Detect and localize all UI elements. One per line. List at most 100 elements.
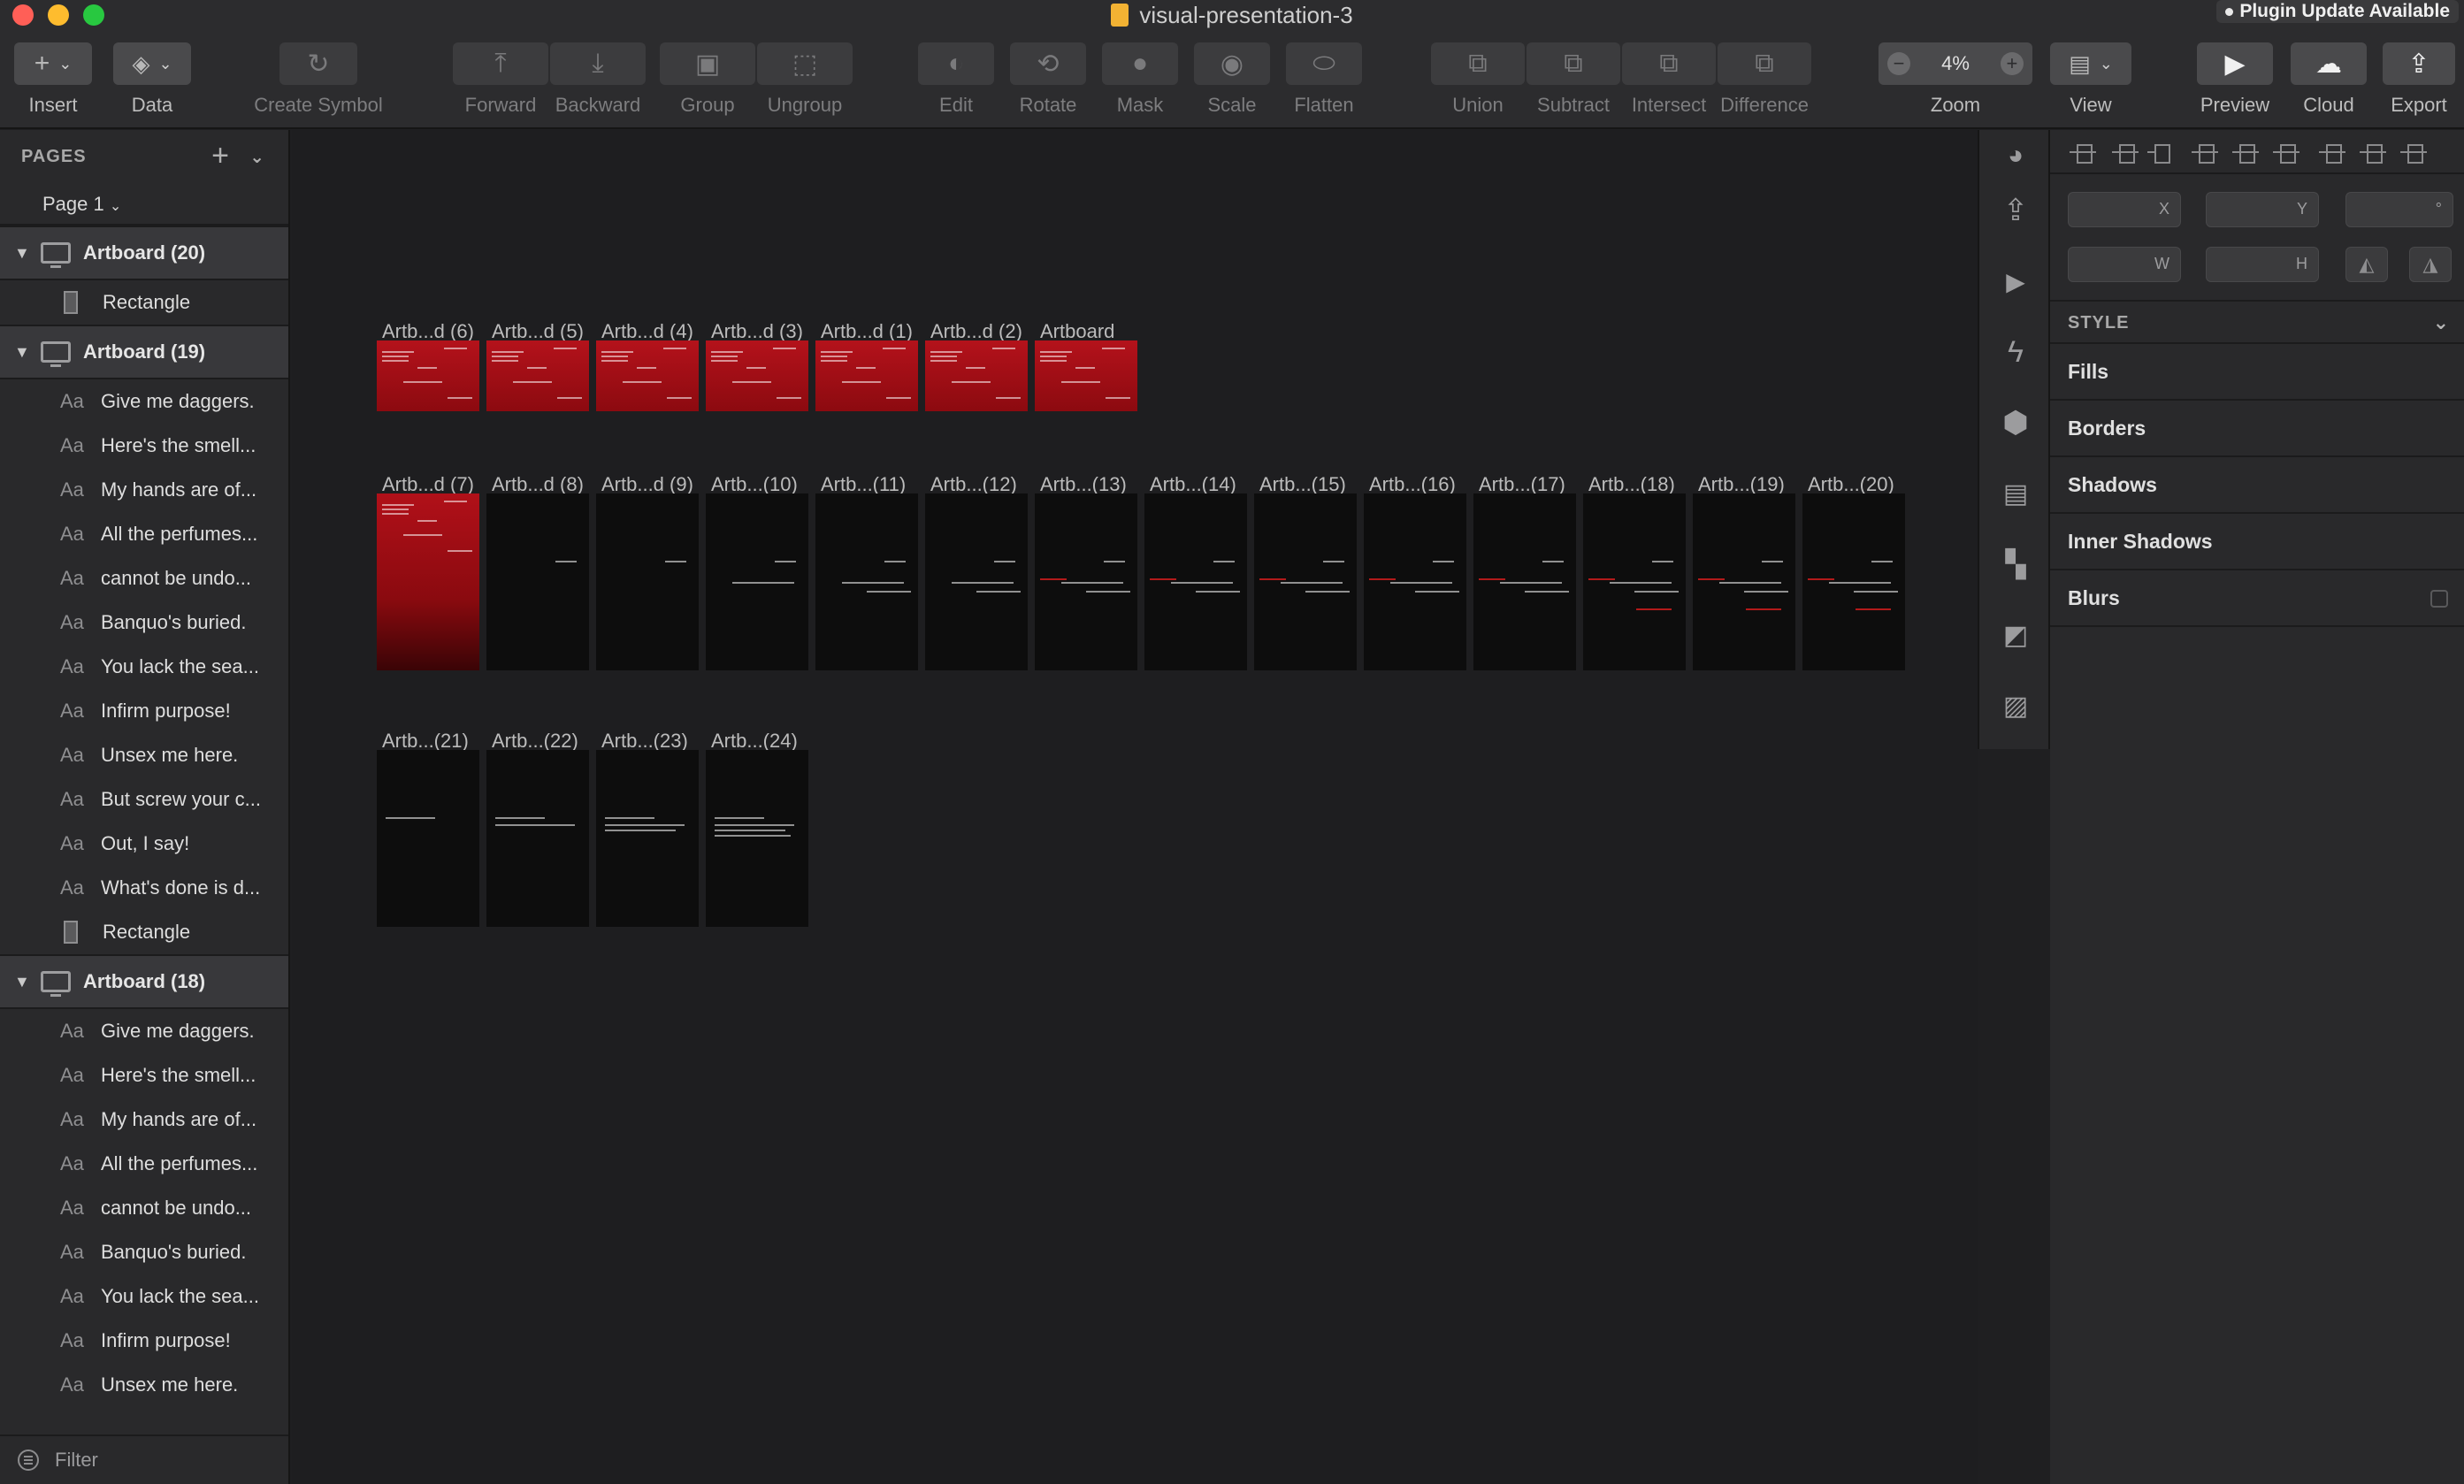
plugin-update-badge[interactable]: Plugin Update Available <box>2216 0 2459 23</box>
filter-bar[interactable]: Filter <box>0 1434 288 1484</box>
intersect-tool[interactable]: ⧉ Intersect <box>1622 42 1716 116</box>
layer-item[interactable]: Aa Infirm purpose! <box>0 689 288 733</box>
layer-item[interactable]: Aa My hands are of... <box>0 468 288 512</box>
artboard-thumbnail[interactable] <box>596 750 699 927</box>
align-horizontal-center-icon[interactable] <box>2232 141 2259 164</box>
data-button[interactable]: ◈ ⌄ <box>113 42 191 85</box>
layer-item[interactable]: Aa Here's the smell... <box>0 1053 288 1098</box>
layer-item[interactable]: Aa Give me daggers. <box>0 379 288 424</box>
artboard-thumbnail[interactable] <box>377 750 479 927</box>
disclosure-triangle-icon[interactable]: ▼ <box>14 343 41 362</box>
export-button[interactable]: ⇪ <box>2383 42 2455 85</box>
text-styles-icon[interactable]: ▤ <box>1997 475 2034 512</box>
artboard-thumbnail[interactable] <box>1583 493 1686 670</box>
flatten-button[interactable]: ⬭ <box>1286 42 1362 85</box>
y-field[interactable]: Y <box>2206 192 2319 227</box>
align-bottom-icon[interactable] <box>2400 141 2427 164</box>
width-field[interactable]: W <box>2068 247 2181 282</box>
fills-section[interactable]: Fills <box>2050 344 2464 401</box>
upload-icon[interactable]: ⇪ <box>1997 192 2034 229</box>
layer-item[interactable]: Aa Here's the smell... <box>0 424 288 468</box>
difference-tool[interactable]: ⧉ Difference <box>1718 42 1811 116</box>
data-tool[interactable]: ◈ ⌄ Data <box>113 42 191 116</box>
layer-item[interactable]: Aa All the perfumes... <box>0 1142 288 1186</box>
artboard-thumbnail[interactable] <box>1144 493 1247 670</box>
union-tool[interactable]: ⧉ Union <box>1431 42 1525 116</box>
insert-tool[interactable]: + ⌄ Insert <box>14 42 92 116</box>
backward-tool[interactable]: ⤓ Backward <box>550 42 646 116</box>
ungroup-tool[interactable]: ⬚ Ungroup <box>757 42 853 116</box>
artboard-thumbnail[interactable] <box>925 340 1028 411</box>
edit-image-icon[interactable]: ◩ <box>1997 616 2034 654</box>
layer-item[interactable]: Aa cannot be undo... <box>0 1186 288 1230</box>
layer-item[interactable]: Aa Give me daggers. <box>0 1009 288 1053</box>
blurs-section[interactable]: Blurs <box>2050 570 2464 627</box>
rotate-button[interactable]: ⟲ <box>1010 42 1086 85</box>
artboard-thumbnail[interactable] <box>1802 493 1905 670</box>
add-page-icon[interactable]: + <box>211 139 230 173</box>
align-center-icon[interactable] <box>2112 141 2139 164</box>
artboard-thumbnail[interactable] <box>925 493 1028 670</box>
color-palette-icon[interactable]: ◕ <box>1997 137 2034 174</box>
layer-item[interactable]: Aa You lack the sea... <box>0 1274 288 1319</box>
intersect-button[interactable]: ⧉ <box>1622 42 1716 85</box>
view-tool[interactable]: ▤ ⌄ View <box>2050 42 2131 116</box>
edit-tool[interactable]: ◐ Edit <box>918 42 994 116</box>
create-symbol-button[interactable]: ↻ <box>279 42 357 85</box>
layer-item[interactable]: Aa You lack the sea... <box>0 645 288 689</box>
symbol-hexagon-icon[interactable]: ⬢ <box>1997 404 2034 441</box>
distribute-horizontal-icon[interactable] <box>2192 141 2218 164</box>
insert-button[interactable]: + ⌄ <box>14 42 92 85</box>
artboard-layer-group[interactable]: ▼ Artboard (20) <box>0 226 288 280</box>
artboard-thumbnail[interactable] <box>1473 493 1576 670</box>
artboard-thumbnail[interactable] <box>706 750 808 927</box>
layer-item[interactable]: Aa Banquo's buried. <box>0 1230 288 1274</box>
flatten-tool[interactable]: ⬭ Flatten <box>1286 42 1362 116</box>
artboard-thumbnail[interactable] <box>1035 493 1137 670</box>
subtract-button[interactable]: ⧉ <box>1527 42 1620 85</box>
artboard-thumbnail[interactable] <box>706 340 808 411</box>
layer-item[interactable]: Aa Infirm purpose! <box>0 1319 288 1363</box>
edit-button[interactable]: ◐ <box>918 42 994 85</box>
prototype-play-icon[interactable]: ▶ <box>1997 263 2034 300</box>
artboard-thumbnail[interactable] <box>1364 493 1466 670</box>
layer-styles-icon[interactable]: ▚ <box>1997 546 2034 583</box>
ungroup-button[interactable]: ⬚ <box>757 42 853 85</box>
create-symbol-tool[interactable]: ↻ Create Symbol <box>254 42 383 116</box>
artboard-thumbnail[interactable] <box>1035 340 1137 411</box>
flip-horizontal-icon[interactable]: ◭ <box>2345 247 2388 282</box>
x-field[interactable]: X <box>2068 192 2181 227</box>
artboard-thumbnail[interactable] <box>596 493 699 670</box>
canvas[interactable]: Artb...d (6) Artb...d (5) Artb...d (4) Artb… <box>292 130 1978 1484</box>
lightning-icon[interactable]: ϟ <box>1997 333 2034 371</box>
zoom-value[interactable]: 4% <box>1941 52 1970 75</box>
mask-button[interactable]: ● <box>1102 42 1178 85</box>
disclosure-triangle-icon[interactable]: ▼ <box>14 244 41 263</box>
borders-section[interactable]: Borders <box>2050 401 2464 457</box>
shadows-section[interactable]: Shadows <box>2050 457 2464 514</box>
artboard-thumbnail[interactable] <box>1693 493 1795 670</box>
add-image-icon[interactable]: ▨ <box>1997 687 2034 724</box>
artboard-layer-group[interactable]: ▼ Artboard (19) <box>0 325 288 379</box>
artboard-thumbnail[interactable] <box>377 340 479 411</box>
disclosure-triangle-icon[interactable]: ▼ <box>14 973 41 991</box>
artboard-thumbnail[interactable] <box>706 493 808 670</box>
page-selector[interactable]: Page 1 ⌄ <box>0 183 288 226</box>
preview-tool[interactable]: ▶ Preview <box>2197 42 2273 116</box>
scale-tool[interactable]: ◉ Scale <box>1194 42 1270 116</box>
layer-item[interactable]: Rectangle <box>0 910 288 954</box>
artboard-thumbnail[interactable] <box>596 340 699 411</box>
preview-button[interactable]: ▶ <box>2197 42 2273 85</box>
artboard-thumbnail[interactable] <box>486 750 589 927</box>
view-button[interactable]: ▤ ⌄ <box>2050 42 2131 85</box>
align-middle-icon[interactable] <box>2360 141 2386 164</box>
inner-shadows-section[interactable]: Inner Shadows <box>2050 514 2464 570</box>
artboard-thumbnail[interactable] <box>815 493 918 670</box>
rotation-field[interactable]: ° <box>2345 192 2453 227</box>
union-button[interactable]: ⧉ <box>1431 42 1525 85</box>
style-section-header[interactable]: STYLE ⌄ <box>2050 300 2464 344</box>
layer-item[interactable]: Aa Unsex me here. <box>0 733 288 777</box>
zoom-out-icon[interactable]: − <box>1887 52 1910 75</box>
cloud-tool[interactable]: ☁ Cloud <box>2291 42 2367 116</box>
collapse-pages-icon[interactable]: ⌄ <box>249 146 265 168</box>
